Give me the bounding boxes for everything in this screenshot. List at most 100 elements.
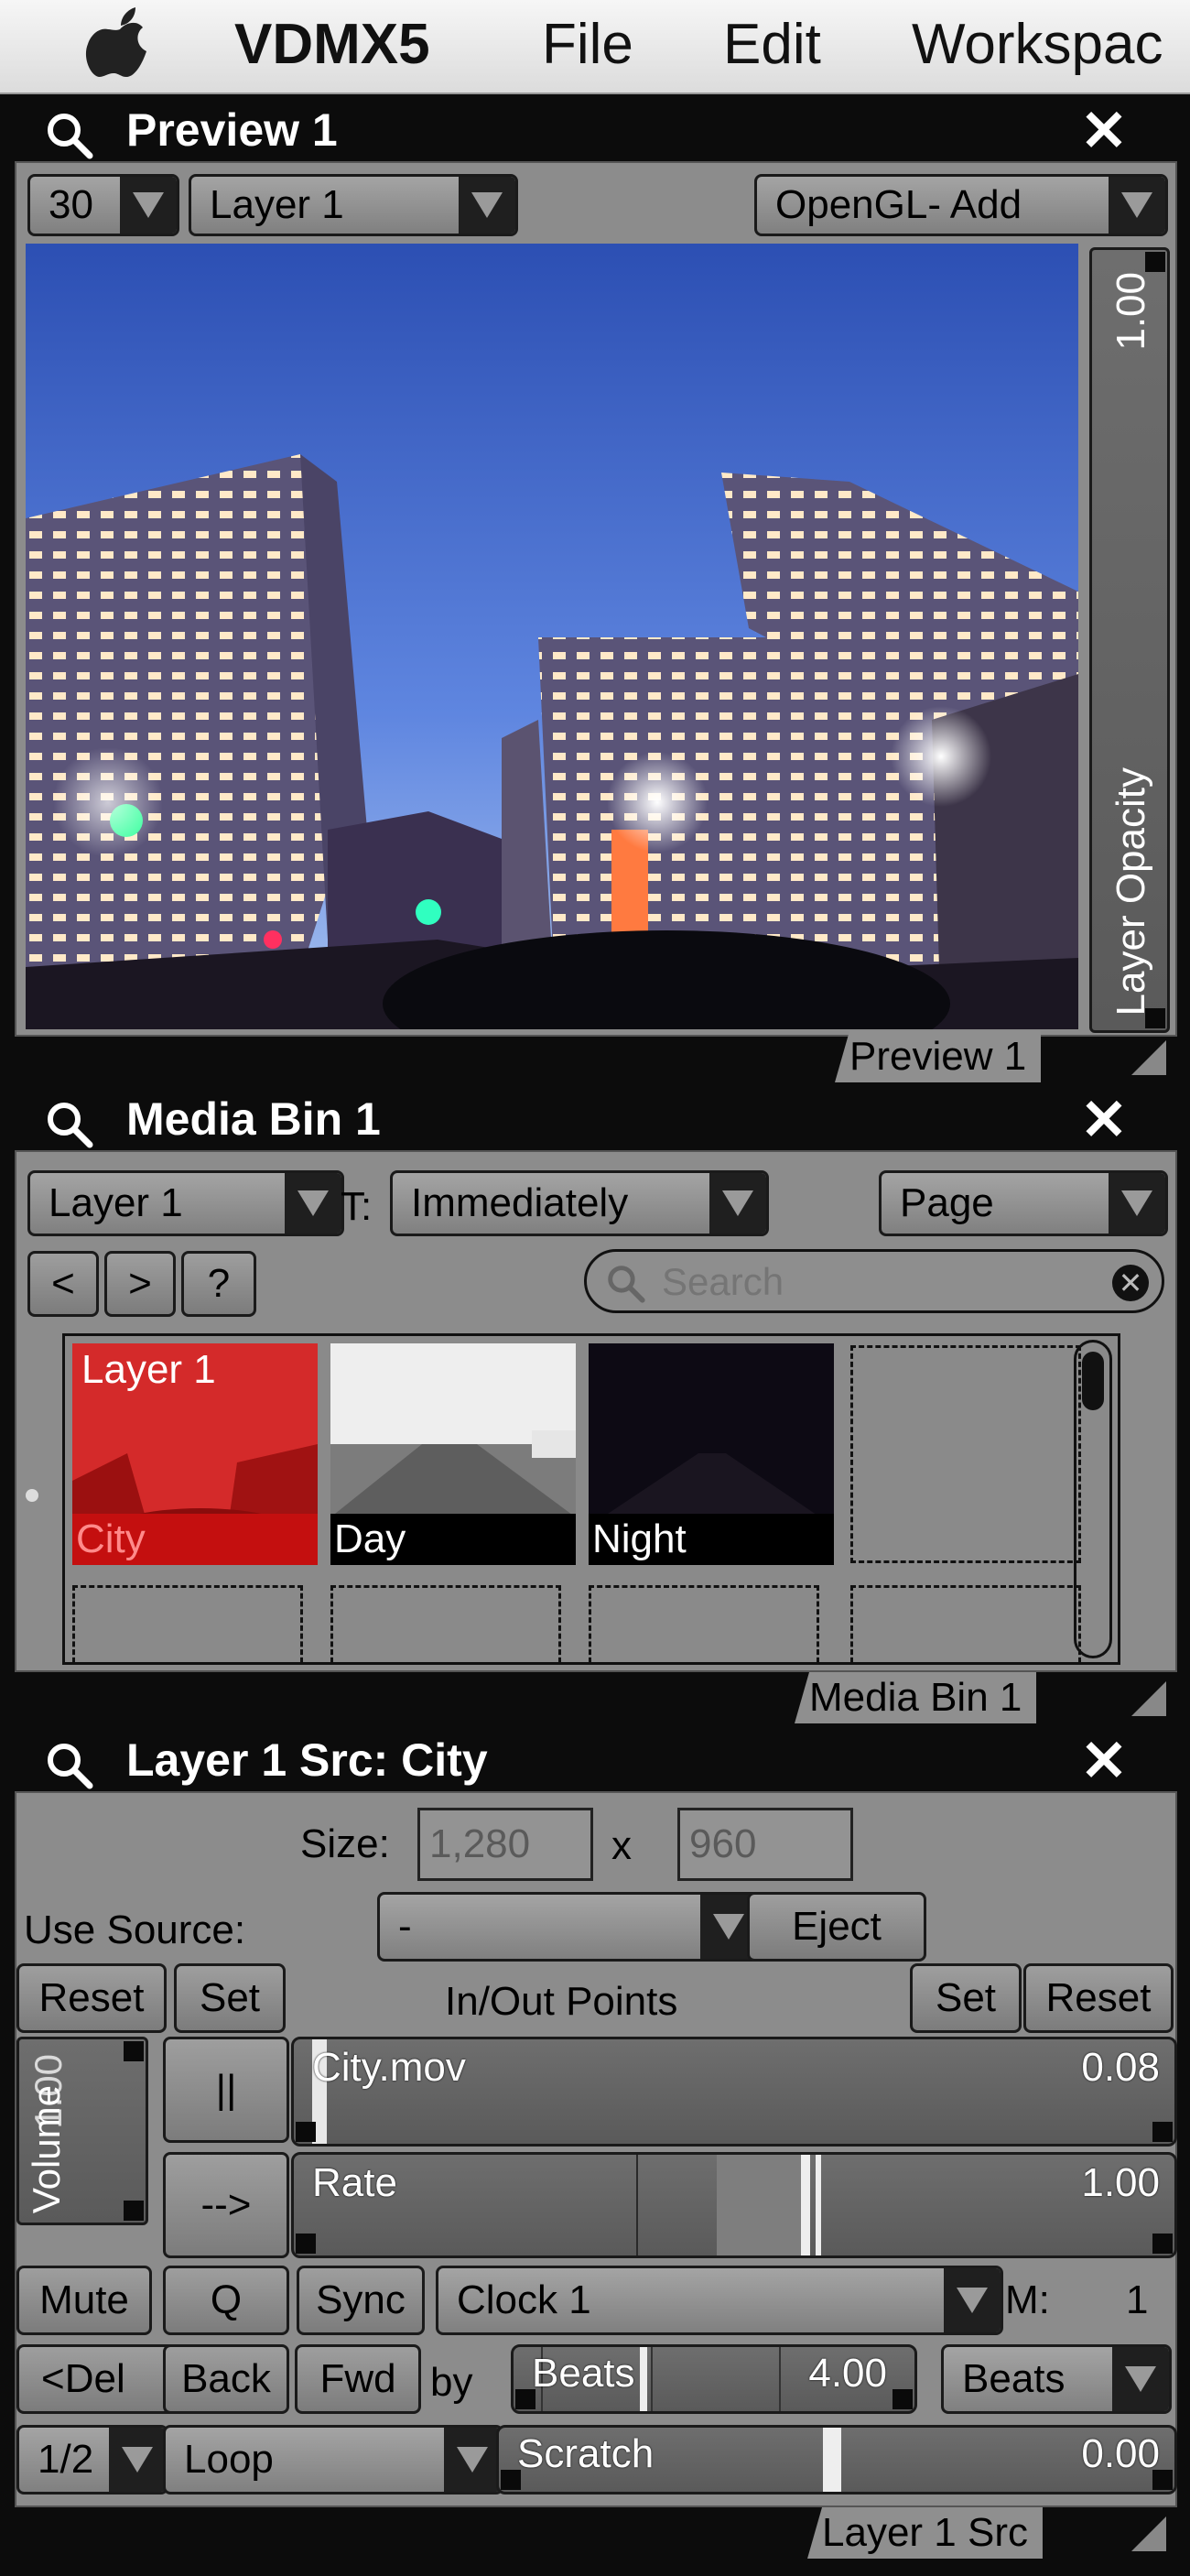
layer-src-tab[interactable]: Layer 1 Src <box>807 2507 1043 2559</box>
trigger-mode-popup[interactable]: Immediately <box>390 1170 769 1236</box>
close-icon[interactable]: ✕ <box>1080 103 1128 160</box>
apple-logo-icon[interactable] <box>84 5 156 86</box>
clip-file-name: City.mov <box>312 2045 466 2090</box>
use-source-popup[interactable]: - <box>377 1892 760 1962</box>
media-bin-title: Media Bin 1 <box>126 1093 381 1145</box>
sync-button[interactable]: Sync <box>297 2266 425 2335</box>
loop-mode-value: Loop <box>184 2437 274 2482</box>
clip-name: City <box>72 1514 318 1565</box>
search-icon[interactable] <box>44 1740 93 1789</box>
reset-out-button[interactable]: Reset <box>1023 1963 1174 2033</box>
close-icon[interactable]: ✕ <box>1080 1734 1128 1790</box>
beats-label: Beats <box>532 2351 635 2396</box>
speed-division-popup[interactable]: 1/2 <box>16 2425 168 2494</box>
eject-button[interactable]: Eject <box>747 1892 926 1962</box>
rate-label: Rate <box>312 2160 397 2205</box>
clip-tile-night[interactable]: Night <box>589 1343 834 1565</box>
chevron-down-icon <box>709 1173 766 1234</box>
chevron-down-icon <box>944 2268 1001 2332</box>
close-icon[interactable]: ✕ <box>1080 1092 1128 1149</box>
beats-slider[interactable]: Beats 4.00 <box>511 2344 917 2414</box>
set-in-button[interactable]: Set <box>174 1963 286 2033</box>
empty-clip-slot[interactable] <box>589 1585 819 1662</box>
clock-value: Clock 1 <box>457 2277 591 2322</box>
queue-button[interactable]: Q <box>163 2266 289 2335</box>
search-input[interactable] <box>660 1259 1066 1305</box>
by-label: by <box>430 2360 473 2405</box>
fps-value: 30 <box>49 182 93 227</box>
slider-corner <box>1145 252 1165 272</box>
set-out-button[interactable]: Set <box>910 1963 1022 2033</box>
reset-in-button[interactable]: Reset <box>16 1963 167 2033</box>
empty-clip-slot[interactable] <box>330 1585 561 1662</box>
beats-tick <box>651 2347 653 2411</box>
beats-value: 4.00 <box>808 2351 887 2396</box>
search-field[interactable]: ✕ <box>584 1249 1164 1313</box>
resize-grip-icon[interactable] <box>1131 2516 1166 2551</box>
clip-tile-day[interactable]: Day <box>330 1343 576 1565</box>
empty-clip-slot[interactable] <box>850 1345 1081 1563</box>
blend-mode-popup[interactable]: OpenGL- Add <box>754 174 1168 236</box>
search-icon[interactable] <box>44 110 93 159</box>
beats-handle[interactable] <box>640 2347 647 2411</box>
in-out-points-label: In/Out Points <box>445 1979 678 2024</box>
fps-popup[interactable]: 30 <box>27 174 179 236</box>
prev-page-button[interactable]: < <box>27 1251 99 1317</box>
app-name-menu[interactable]: VDMX5 <box>234 13 430 77</box>
empty-clip-slot[interactable] <box>72 1585 303 1662</box>
media-bin-tab[interactable]: Media Bin 1 <box>795 1672 1037 1723</box>
back-button[interactable]: Back <box>163 2344 289 2414</box>
slider-corner <box>1152 2234 1173 2254</box>
scratch-slider[interactable]: Scratch 0.00 <box>496 2425 1177 2494</box>
layer-src-title: Layer 1 Src: City <box>126 1734 488 1786</box>
preview-tab[interactable]: Preview 1 <box>835 1031 1042 1082</box>
beats-unit-popup[interactable]: Beats <box>941 2344 1172 2414</box>
scratch-value: 0.00 <box>1081 2431 1160 2476</box>
clock-popup[interactable]: Clock 1 <box>436 2266 1003 2335</box>
blend-mode-value: OpenGL- Add <box>775 182 1022 227</box>
scratch-handle[interactable] <box>823 2428 841 2492</box>
preview-panel: 30 Layer 1 OpenGL- Add 1.00 Layer Opacit… <box>15 161 1177 1037</box>
slider-corner <box>892 2389 913 2409</box>
slider-corner <box>1152 2122 1173 2142</box>
chevron-down-icon <box>1112 2347 1169 2411</box>
mute-button[interactable]: Mute <box>16 2266 152 2335</box>
layer-opacity-value: 1.00 <box>1109 272 1153 351</box>
page-popup[interactable]: Page <box>879 1170 1168 1236</box>
resize-grip-icon[interactable] <box>1131 1681 1166 1716</box>
width-field[interactable]: 1,280 <box>417 1808 593 1881</box>
height-field[interactable]: 960 <box>677 1808 853 1881</box>
clip-name: Day <box>330 1514 576 1565</box>
pause-button[interactable]: || <box>163 2037 289 2143</box>
use-source-label: Use Source: <box>24 1908 246 1952</box>
resize-grip-icon[interactable] <box>1131 1040 1166 1075</box>
slider-corner <box>124 2041 144 2061</box>
rate-tick <box>636 2155 638 2255</box>
search-icon[interactable] <box>44 1099 93 1148</box>
help-button[interactable]: ? <box>181 1251 256 1317</box>
play-button[interactable]: --> <box>163 2152 289 2258</box>
loop-mode-popup[interactable]: Loop <box>163 2425 503 2494</box>
forward-button[interactable]: Fwd <box>295 2344 421 2414</box>
layer-src-panel: Size: 1,280 x 960 Use Source: - Eject Re… <box>15 1791 1177 2507</box>
rate-slider[interactable]: Rate 1.00 <box>291 2152 1177 2258</box>
trigger-label: T: <box>341 1184 373 1229</box>
layer-popup[interactable]: Layer 1 <box>189 174 518 236</box>
clear-search-icon[interactable]: ✕ <box>1112 1265 1149 1301</box>
menu-file[interactable]: File <box>542 13 633 77</box>
scratch-label: Scratch <box>517 2431 654 2476</box>
volume-slider[interactable]: Volume 1.00 <box>16 2037 148 2225</box>
layer-opacity-slider[interactable]: 1.00 Layer Opacity <box>1089 247 1170 1033</box>
slider-corner <box>296 2234 316 2254</box>
clip-position-slider[interactable]: City.mov 0.08 <box>291 2037 1177 2147</box>
media-bin-layer-popup[interactable]: Layer 1 <box>27 1170 344 1236</box>
menu-workspace[interactable]: Workspac <box>912 13 1163 77</box>
scrollbar-thumb[interactable] <box>1082 1352 1104 1410</box>
multiplier-value: 1 <box>1126 2277 1149 2322</box>
rate-handle[interactable] <box>801 2155 810 2255</box>
empty-clip-slot[interactable] <box>850 1585 1081 1662</box>
clip-grid-scrollbar[interactable] <box>1074 1340 1112 1658</box>
clip-tile-city[interactable]: Layer 1 City <box>72 1343 318 1565</box>
next-page-button[interactable]: > <box>104 1251 176 1317</box>
menu-edit[interactable]: Edit <box>723 13 821 77</box>
